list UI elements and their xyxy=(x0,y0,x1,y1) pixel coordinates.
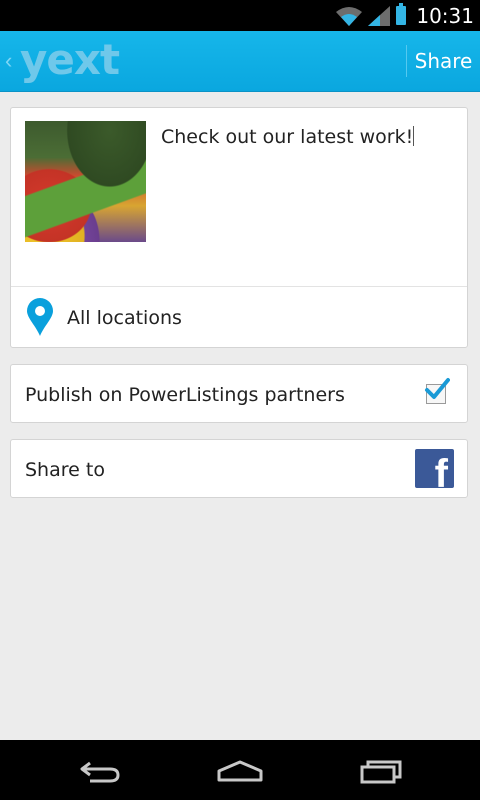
back-caret-icon[interactable]: ‹ xyxy=(5,50,12,72)
facebook-icon[interactable]: f xyxy=(415,449,454,488)
share-to-label: Share to xyxy=(25,459,105,481)
location-label: All locations xyxy=(67,307,182,329)
text-cursor xyxy=(413,126,415,146)
post-card: Check out our latest work! All locations xyxy=(10,107,468,348)
battery-icon xyxy=(396,3,407,25)
status-time: 10:31 xyxy=(416,3,474,28)
post-message-field[interactable]: Check out our latest work! xyxy=(161,126,415,148)
post-message-text: Check out our latest work! xyxy=(161,126,414,148)
share-to-card: Share to f xyxy=(10,439,468,498)
location-selector[interactable]: All locations xyxy=(11,287,467,347)
status-bar: 10:31 xyxy=(0,0,480,31)
post-image-thumbnail[interactable] xyxy=(25,121,146,242)
status-icons: 10:31 xyxy=(336,0,474,31)
home-icon xyxy=(217,760,263,782)
back-icon xyxy=(80,761,120,783)
publish-label: Publish on PowerListings partners xyxy=(25,384,345,406)
share-button[interactable]: Share xyxy=(407,31,480,91)
signal-icon xyxy=(368,5,391,26)
recents-icon xyxy=(360,760,402,784)
yext-logo[interactable]: yext xyxy=(20,35,120,84)
checkmark-icon xyxy=(425,378,450,399)
navigation-bar xyxy=(0,740,480,800)
publish-option-card[interactable]: Publish on PowerListings partners xyxy=(10,364,468,423)
recents-button[interactable] xyxy=(350,754,414,788)
action-bar: ‹ yext Share xyxy=(0,31,480,92)
location-pin-icon xyxy=(27,298,53,336)
wifi-icon xyxy=(336,6,363,26)
home-button[interactable] xyxy=(208,754,272,788)
back-button[interactable] xyxy=(68,754,132,788)
